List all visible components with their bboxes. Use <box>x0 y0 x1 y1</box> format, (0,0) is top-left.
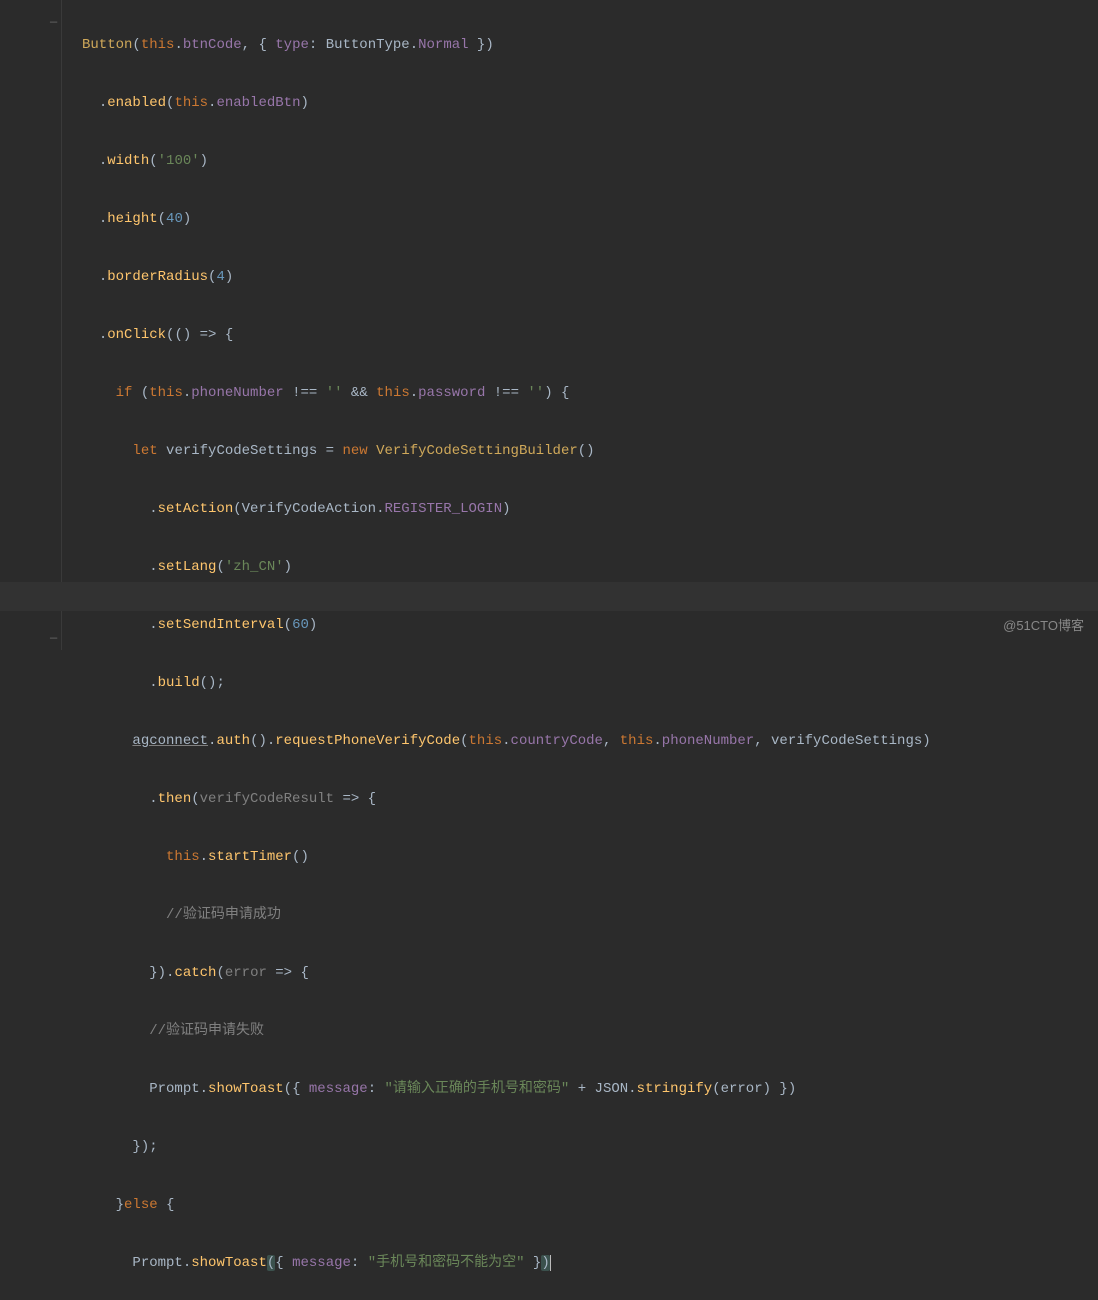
caret <box>550 1255 551 1271</box>
fold-icon: — <box>50 624 57 653</box>
code-line: }else { <box>82 1191 931 1220</box>
code-line: Button(this.btnCode, { type: ButtonType.… <box>82 31 931 60</box>
code-line: if (this.phoneNumber !== '' && this.pass… <box>82 379 931 408</box>
code-line: //验证码申请成功 <box>82 901 931 930</box>
editor-gutter: — — <box>0 0 62 650</box>
code-editor[interactable]: Button(this.btnCode, { type: ButtonType.… <box>62 0 931 1300</box>
code-line: let verifyCodeSettings = new VerifyCodeS… <box>82 437 931 466</box>
code-line: .setLang('zh_CN') <box>82 553 931 582</box>
code-line: Prompt.showToast({ message: "请输入正确的手机号和密… <box>82 1075 931 1104</box>
code-line: Prompt.showToast({ message: "手机号和密码不能为空"… <box>82 1249 931 1278</box>
code-line: .enabled(this.enabledBtn) <box>82 89 931 118</box>
code-line: .setAction(VerifyCodeAction.REGISTER_LOG… <box>82 495 931 524</box>
code-line: }); <box>82 1133 931 1162</box>
code-line: //验证码申请失败 <box>82 1017 931 1046</box>
code-line: .height(40) <box>82 205 931 234</box>
code-line: this.startTimer() <box>82 843 931 872</box>
code-line: .build(); <box>82 669 931 698</box>
fold-icon: — <box>50 8 57 37</box>
code-line: .onClick(() => { <box>82 321 931 350</box>
watermark: @51CTO博客 <box>1003 611 1084 640</box>
code-line: .setSendInterval(60) <box>82 611 931 640</box>
code-line: .width('100') <box>82 147 931 176</box>
code-line: .borderRadius(4) <box>82 263 931 292</box>
code-line: }).catch(error => { <box>82 959 931 988</box>
code-line: .then(verifyCodeResult => { <box>82 785 931 814</box>
code-line: agconnect.auth().requestPhoneVerifyCode(… <box>82 727 931 756</box>
